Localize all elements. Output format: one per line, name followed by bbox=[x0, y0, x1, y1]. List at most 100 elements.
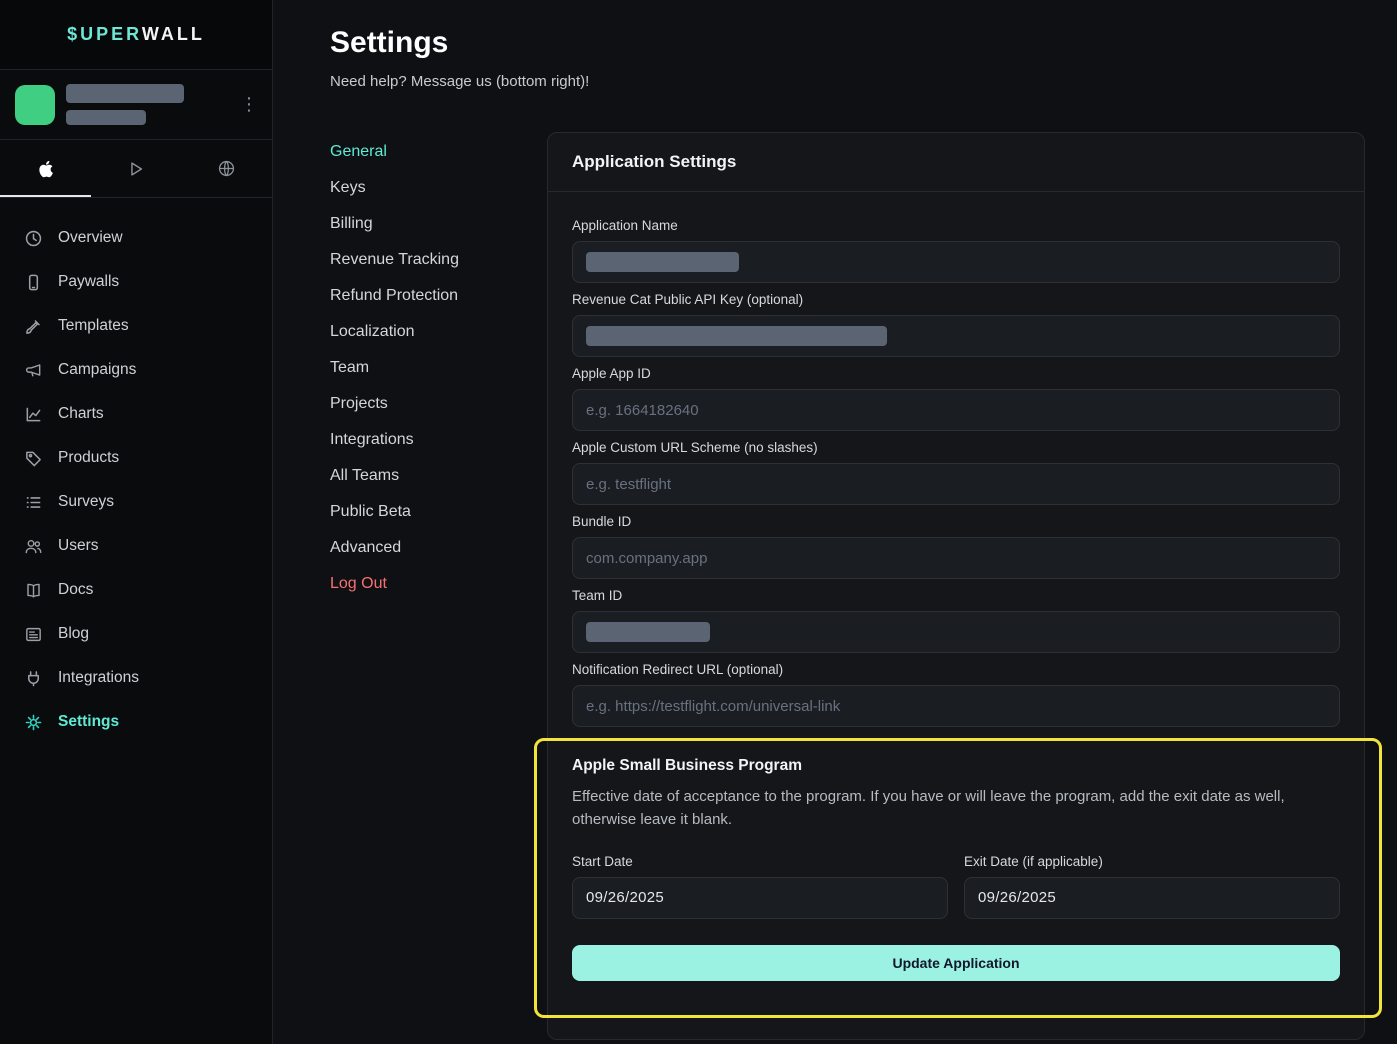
redacted-bar bbox=[66, 84, 184, 103]
settings-nav-localization[interactable]: Localization bbox=[330, 314, 547, 350]
settings-nav-projects[interactable]: Projects bbox=[330, 386, 547, 422]
tab-globe[interactable] bbox=[181, 140, 272, 197]
tab-apple[interactable] bbox=[0, 140, 91, 197]
tab-play[interactable] bbox=[91, 140, 182, 197]
main-content: Settings Need help? Message us (bottom r… bbox=[273, 0, 1397, 1044]
settings-nav-advanced[interactable]: Advanced bbox=[330, 530, 547, 566]
field-exit-date: Exit Date (if applicable) bbox=[964, 854, 1340, 919]
field-label: Apple Custom URL Scheme (no slashes) bbox=[572, 440, 1340, 455]
apple-icon bbox=[37, 159, 54, 179]
page-subtitle: Need help? Message us (bottom right)! bbox=[330, 73, 1365, 90]
settings-nav-refund-protection[interactable]: Refund Protection bbox=[330, 278, 547, 314]
sidebar-item-users[interactable]: Users bbox=[0, 524, 272, 568]
chart-icon bbox=[24, 405, 43, 424]
redacted-bar bbox=[66, 110, 146, 125]
settings-nav-billing[interactable]: Billing bbox=[330, 206, 547, 242]
users-icon bbox=[24, 537, 43, 556]
phone-icon bbox=[24, 273, 43, 292]
sidebar-item-label: Users bbox=[58, 537, 98, 555]
sidebar-item-campaigns[interactable]: Campaigns bbox=[0, 348, 272, 392]
revenuecat-api-key-input[interactable] bbox=[572, 315, 1340, 357]
sidebar-item-label: Paywalls bbox=[58, 273, 119, 291]
field-label: Exit Date (if applicable) bbox=[964, 854, 1340, 869]
field-revenuecat-api-key: Revenue Cat Public API Key (optional) bbox=[572, 292, 1340, 357]
workspace-name-redacted bbox=[66, 84, 236, 125]
application-name-input[interactable] bbox=[572, 241, 1340, 283]
custom-url-scheme-input[interactable] bbox=[572, 463, 1340, 505]
workspace-selector[interactable]: ⋮ bbox=[0, 70, 272, 140]
field-custom-url-scheme: Apple Custom URL Scheme (no slashes) bbox=[572, 440, 1340, 505]
exit-date-input[interactable] bbox=[964, 877, 1340, 919]
superwall-logo[interactable]: $UPERWALL bbox=[67, 24, 205, 45]
field-notification-redirect-url: Notification Redirect URL (optional) bbox=[572, 662, 1340, 727]
settings-nav-keys[interactable]: Keys bbox=[330, 170, 547, 206]
sidebar-item-docs[interactable]: Docs bbox=[0, 568, 272, 612]
team-id-input[interactable] bbox=[572, 611, 1340, 653]
globe-icon bbox=[217, 159, 236, 178]
sidebar-nav: Overview Paywalls Templates Campaigns Ch… bbox=[0, 198, 272, 744]
sidebar-item-overview[interactable]: Overview bbox=[0, 216, 272, 260]
sidebar-item-label: Products bbox=[58, 449, 119, 467]
sidebar-item-integrations[interactable]: Integrations bbox=[0, 656, 272, 700]
settings-nav-all-teams[interactable]: All Teams bbox=[330, 458, 547, 494]
field-application-name: Application Name bbox=[572, 218, 1340, 283]
field-label: Start Date bbox=[572, 854, 948, 869]
sidebar-item-charts[interactable]: Charts bbox=[0, 392, 272, 436]
platform-tabs bbox=[0, 140, 272, 198]
apple-app-id-input[interactable] bbox=[572, 389, 1340, 431]
settings-nav-revenue-tracking[interactable]: Revenue Tracking bbox=[330, 242, 547, 278]
redacted-value bbox=[586, 326, 887, 346]
settings-nav-integrations[interactable]: Integrations bbox=[330, 422, 547, 458]
notification-redirect-url-input[interactable] bbox=[572, 685, 1340, 727]
sidebar-item-products[interactable]: Products bbox=[0, 436, 272, 480]
application-settings-card: Application Settings Application Name Re… bbox=[547, 132, 1365, 1040]
gear-icon bbox=[24, 713, 43, 732]
field-start-date: Start Date bbox=[572, 854, 948, 919]
kebab-menu-icon[interactable]: ⋮ bbox=[236, 94, 262, 115]
sidebar-item-label: Blog bbox=[58, 625, 89, 643]
book-icon bbox=[24, 581, 43, 600]
sidebar: $UPERWALL ⋮ Overview bbox=[0, 0, 273, 1044]
page-title: Settings bbox=[330, 26, 1365, 60]
sbp-description: Effective date of acceptance to the prog… bbox=[572, 785, 1340, 832]
app-root: $UPERWALL ⋮ Overview bbox=[0, 0, 1397, 1044]
sidebar-item-settings[interactable]: Settings bbox=[0, 700, 272, 744]
small-business-program-section: Apple Small Business Program Effective d… bbox=[572, 757, 1340, 981]
bundle-id-input[interactable] bbox=[572, 537, 1340, 579]
redacted-value bbox=[586, 252, 739, 272]
field-label: Notification Redirect URL (optional) bbox=[572, 662, 1340, 677]
brush-icon bbox=[24, 317, 43, 336]
field-label: Bundle ID bbox=[572, 514, 1340, 529]
settings-nav-general[interactable]: General bbox=[330, 134, 547, 170]
sidebar-item-paywalls[interactable]: Paywalls bbox=[0, 260, 272, 304]
sidebar-item-label: Docs bbox=[58, 581, 93, 599]
settings-nav-team[interactable]: Team bbox=[330, 350, 547, 386]
field-label: Team ID bbox=[572, 588, 1340, 603]
sidebar-item-label: Charts bbox=[58, 405, 104, 423]
sidebar-item-label: Overview bbox=[58, 229, 123, 247]
settings-nav-public-beta[interactable]: Public Beta bbox=[330, 494, 547, 530]
news-icon bbox=[24, 625, 43, 644]
field-label: Revenue Cat Public API Key (optional) bbox=[572, 292, 1340, 307]
sidebar-item-label: Campaigns bbox=[58, 361, 136, 379]
settings-nav: General Keys Billing Revenue Tracking Re… bbox=[330, 132, 547, 1040]
overview-icon bbox=[24, 229, 43, 248]
field-apple-app-id: Apple App ID bbox=[572, 366, 1340, 431]
sidebar-item-label: Templates bbox=[58, 317, 129, 335]
logout-link[interactable]: Log Out bbox=[330, 566, 547, 602]
field-bundle-id: Bundle ID bbox=[572, 514, 1340, 579]
sidebar-item-surveys[interactable]: Surveys bbox=[0, 480, 272, 524]
sidebar-item-label: Surveys bbox=[58, 493, 114, 511]
workspace-avatar bbox=[15, 85, 55, 125]
logo-text-white: WALL bbox=[142, 24, 205, 44]
tag-icon bbox=[24, 449, 43, 468]
megaphone-icon bbox=[24, 361, 43, 380]
list-icon bbox=[24, 493, 43, 512]
sbp-title: Apple Small Business Program bbox=[572, 757, 1340, 775]
update-application-button[interactable]: Update Application bbox=[572, 945, 1340, 981]
start-date-input[interactable] bbox=[572, 877, 948, 919]
field-label: Apple App ID bbox=[572, 366, 1340, 381]
logo-text-teal: $UPER bbox=[67, 24, 142, 44]
sidebar-item-templates[interactable]: Templates bbox=[0, 304, 272, 348]
sidebar-item-blog[interactable]: Blog bbox=[0, 612, 272, 656]
